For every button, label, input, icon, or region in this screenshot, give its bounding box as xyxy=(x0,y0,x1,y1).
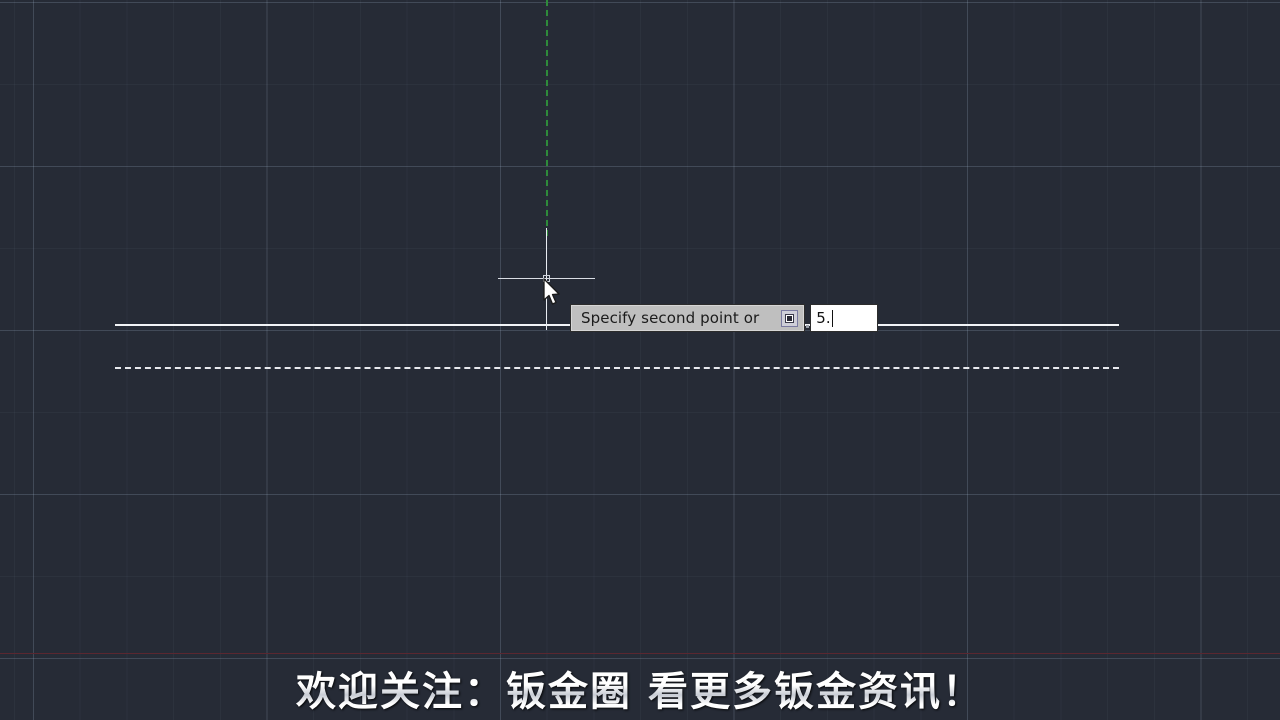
text-caret xyxy=(831,309,833,327)
dynamic-input[interactable]: Specify second point or 5. xyxy=(570,304,879,332)
dynamic-input-prompt: Specify second point or xyxy=(570,304,806,332)
drawing-canvas[interactable]: Specify second point or 5. xyxy=(0,0,1280,720)
polar-tracking-vector-icon xyxy=(546,0,548,236)
cad-application-window: Specify second point or 5. 欢迎关注：钣金圈 看更多钣… xyxy=(0,0,1280,720)
subtitle-text: 欢迎关注：钣金圈 看更多钣金资讯！ xyxy=(0,659,1280,717)
dashed-center-line[interactable] xyxy=(115,367,1119,369)
dynamic-input-prompt-text: Specify second point or xyxy=(581,309,760,327)
grid-major-lines xyxy=(0,0,1280,720)
expand-options-glyph xyxy=(785,313,795,323)
dynamic-input-field[interactable]: 5. xyxy=(810,304,879,332)
subtitle-divider xyxy=(0,653,1280,654)
dynamic-input-value: 5. xyxy=(816,309,831,327)
arrow-pointer-icon xyxy=(543,278,563,308)
expand-options-icon[interactable] xyxy=(781,309,799,327)
